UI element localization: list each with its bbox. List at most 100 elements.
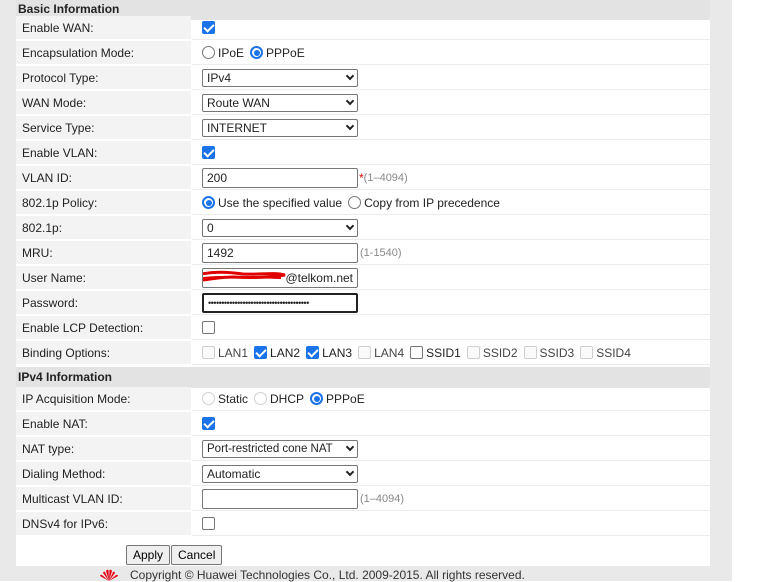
enable-wan-checkbox[interactable]: [202, 21, 215, 34]
label-user-name: User Name:: [16, 266, 191, 290]
apply-button[interactable]: Apply: [126, 545, 171, 565]
label-nat-type: NAT type:: [16, 437, 191, 461]
enable-lcp-checkbox[interactable]: [202, 321, 215, 334]
dnsv4-for-ipv6-checkbox[interactable]: [202, 517, 215, 530]
row-enable-wan: Enable WAN:: [16, 16, 710, 41]
policy-copy-radio[interactable]: [348, 196, 362, 209]
dialing-method-value: Automatic: [207, 466, 261, 481]
encapsulation-pppoe-label: PPPoE: [266, 45, 305, 60]
binding-ssid2-label: SSID2: [482, 345, 518, 360]
row-wan-mode: WAN Mode: Route WAN: [16, 91, 710, 116]
wan-mode-value: Route WAN: [207, 95, 270, 110]
binding-ssid1-label: SSID1: [426, 345, 461, 360]
label-ip-acquisition-mode: IP Acquisition Mode:: [16, 387, 191, 411]
row-enable-lcp: Enable LCP Detection:: [16, 316, 710, 341]
label-enable-vlan: Enable VLAN:: [16, 141, 191, 165]
protocol-type-value: IPv4: [207, 70, 232, 85]
encapsulation-pppoe-radio[interactable]: [250, 46, 264, 59]
enable-vlan-checkbox[interactable]: [202, 146, 215, 159]
section-ipv4-information: IPv4 Information: [16, 367, 710, 388]
label-vlan-id: VLAN ID:: [16, 166, 191, 190]
wan-config-panel: Basic Information Enable WAN: Encapsulat…: [16, 0, 710, 566]
acquisition-static-radio[interactable]: [202, 392, 215, 405]
label-service-type: Service Type:: [16, 116, 191, 140]
chevron-down-icon: [345, 121, 355, 130]
encapsulation-ipoe-label: IPoE: [218, 45, 245, 60]
row-user-name: User Name: @telkom.net: [16, 266, 710, 291]
row-vlan-id: VLAN ID: 200 * (1–4094): [16, 166, 710, 191]
binding-ssid4-label: SSID4: [596, 345, 631, 360]
label-multicast-vlan-id: Multicast VLAN ID:: [16, 487, 191, 511]
mru-hint: (1-1540): [360, 246, 402, 259]
enable-nat-checkbox[interactable]: [202, 417, 215, 430]
policy-specified-label: Use the specified value: [218, 195, 343, 210]
multicast-vlan-id-hint: (1–4094): [360, 492, 405, 505]
label-enable-nat: Enable NAT:: [16, 412, 191, 436]
row-protocol-type: Protocol Type: IPv4: [16, 66, 710, 91]
policy-specified-radio[interactable]: [202, 196, 215, 209]
binding-ssid4-checkbox[interactable]: [580, 346, 594, 359]
huawei-logo-icon: [100, 569, 118, 581]
acquisition-dhcp-radio[interactable]: [254, 392, 268, 405]
label-password: Password:: [16, 291, 191, 315]
protocol-type-select[interactable]: IPv4: [202, 68, 358, 87]
binding-lan1-checkbox[interactable]: [202, 346, 215, 359]
binding-lan1-label: LAN1: [218, 345, 249, 360]
label-encapsulation-mode: Encapsulation Mode:: [16, 41, 191, 65]
vlan-id-hint: (1–4094): [363, 171, 408, 184]
acquisition-dhcp-label: DHCP: [270, 391, 305, 406]
copyright-text: Copyright © Huawei Technologies Co., Ltd…: [130, 568, 525, 582]
policy-copy-label: Copy from IP precedence: [364, 195, 500, 210]
row-nat-type: NAT type: Port-restricted cone NAT: [16, 437, 710, 462]
multicast-vlan-id-input[interactable]: [202, 488, 358, 509]
label-binding-options: Binding Options:: [16, 341, 191, 365]
binding-lan4-checkbox[interactable]: [358, 346, 372, 359]
service-type-select[interactable]: INTERNET: [202, 118, 358, 137]
acquisition-pppoe-label: PPPoE: [326, 391, 365, 406]
binding-ssid3-checkbox[interactable]: [523, 346, 537, 359]
label-dnsv4-for-ipv6: DNSv4 for IPv6:: [16, 512, 191, 536]
binding-lan3-checkbox[interactable]: [306, 346, 320, 359]
cancel-button[interactable]: Cancel: [171, 545, 223, 565]
service-type-value: INTERNET: [207, 120, 267, 135]
dialing-method-select[interactable]: Automatic: [202, 464, 358, 483]
user-name-input[interactable]: @telkom.net: [202, 267, 358, 288]
vlan-id-input[interactable]: 200: [202, 167, 358, 188]
password-input[interactable]: ••••••••••••••••••••••••••••••••••••••: [202, 292, 358, 313]
row-8021p: 802.1p: 0: [16, 216, 710, 241]
8021p-select[interactable]: 0: [202, 218, 358, 237]
row-enable-nat: Enable NAT:: [16, 412, 710, 437]
row-mru: MRU: 1492 (1-1540): [16, 241, 710, 266]
row-dnsv4-for-ipv6: DNSv4 for IPv6:: [16, 512, 710, 537]
row-binding-options: Binding Options: LAN1 LAN2 LAN3 LAN4 SSI…: [16, 341, 710, 366]
8021p-value: 0: [207, 220, 214, 235]
label-enable-lcp: Enable LCP Detection:: [16, 316, 191, 340]
redaction-scribble: [203, 270, 286, 282]
chevron-down-icon: [345, 71, 355, 80]
label-enable-wan: Enable WAN:: [16, 16, 191, 40]
binding-ssid3-label: SSID3: [539, 345, 575, 360]
binding-lan3-label: LAN3: [322, 345, 353, 360]
chevron-down-icon: [345, 96, 355, 105]
label-wan-mode: WAN Mode:: [16, 91, 191, 115]
mru-input[interactable]: 1492: [202, 242, 358, 263]
label-8021p-policy: 802.1p Policy:: [16, 191, 191, 215]
nat-type-value: Port-restricted cone NAT: [207, 442, 333, 455]
binding-ssid1-checkbox[interactable]: [410, 346, 424, 359]
row-service-type: Service Type: INTERNET: [16, 116, 710, 141]
acquisition-pppoe-radio[interactable]: [310, 392, 324, 405]
label-mru: MRU:: [16, 241, 191, 265]
row-enable-vlan: Enable VLAN:: [16, 141, 710, 166]
nat-type-select[interactable]: Port-restricted cone NAT: [202, 439, 358, 458]
row-8021p-policy: 802.1p Policy: Use the specified value C…: [16, 191, 710, 216]
binding-ssid2-checkbox[interactable]: [466, 346, 480, 359]
encapsulation-ipoe-radio[interactable]: [202, 46, 215, 59]
row-password: Password: ••••••••••••••••••••••••••••••…: [16, 291, 710, 316]
chevron-down-icon: [345, 467, 355, 476]
row-multicast-vlan-id: Multicast VLAN ID: (1–4094): [16, 487, 710, 512]
row-ip-acquisition-mode: IP Acquisition Mode: Static DHCP PPPoE: [16, 387, 710, 412]
binding-lan2-checkbox[interactable]: [254, 346, 268, 359]
binding-lan4-label: LAN4: [374, 345, 405, 360]
row-dialing-method: Dialing Method: Automatic: [16, 462, 710, 487]
wan-mode-select[interactable]: Route WAN: [202, 93, 358, 112]
